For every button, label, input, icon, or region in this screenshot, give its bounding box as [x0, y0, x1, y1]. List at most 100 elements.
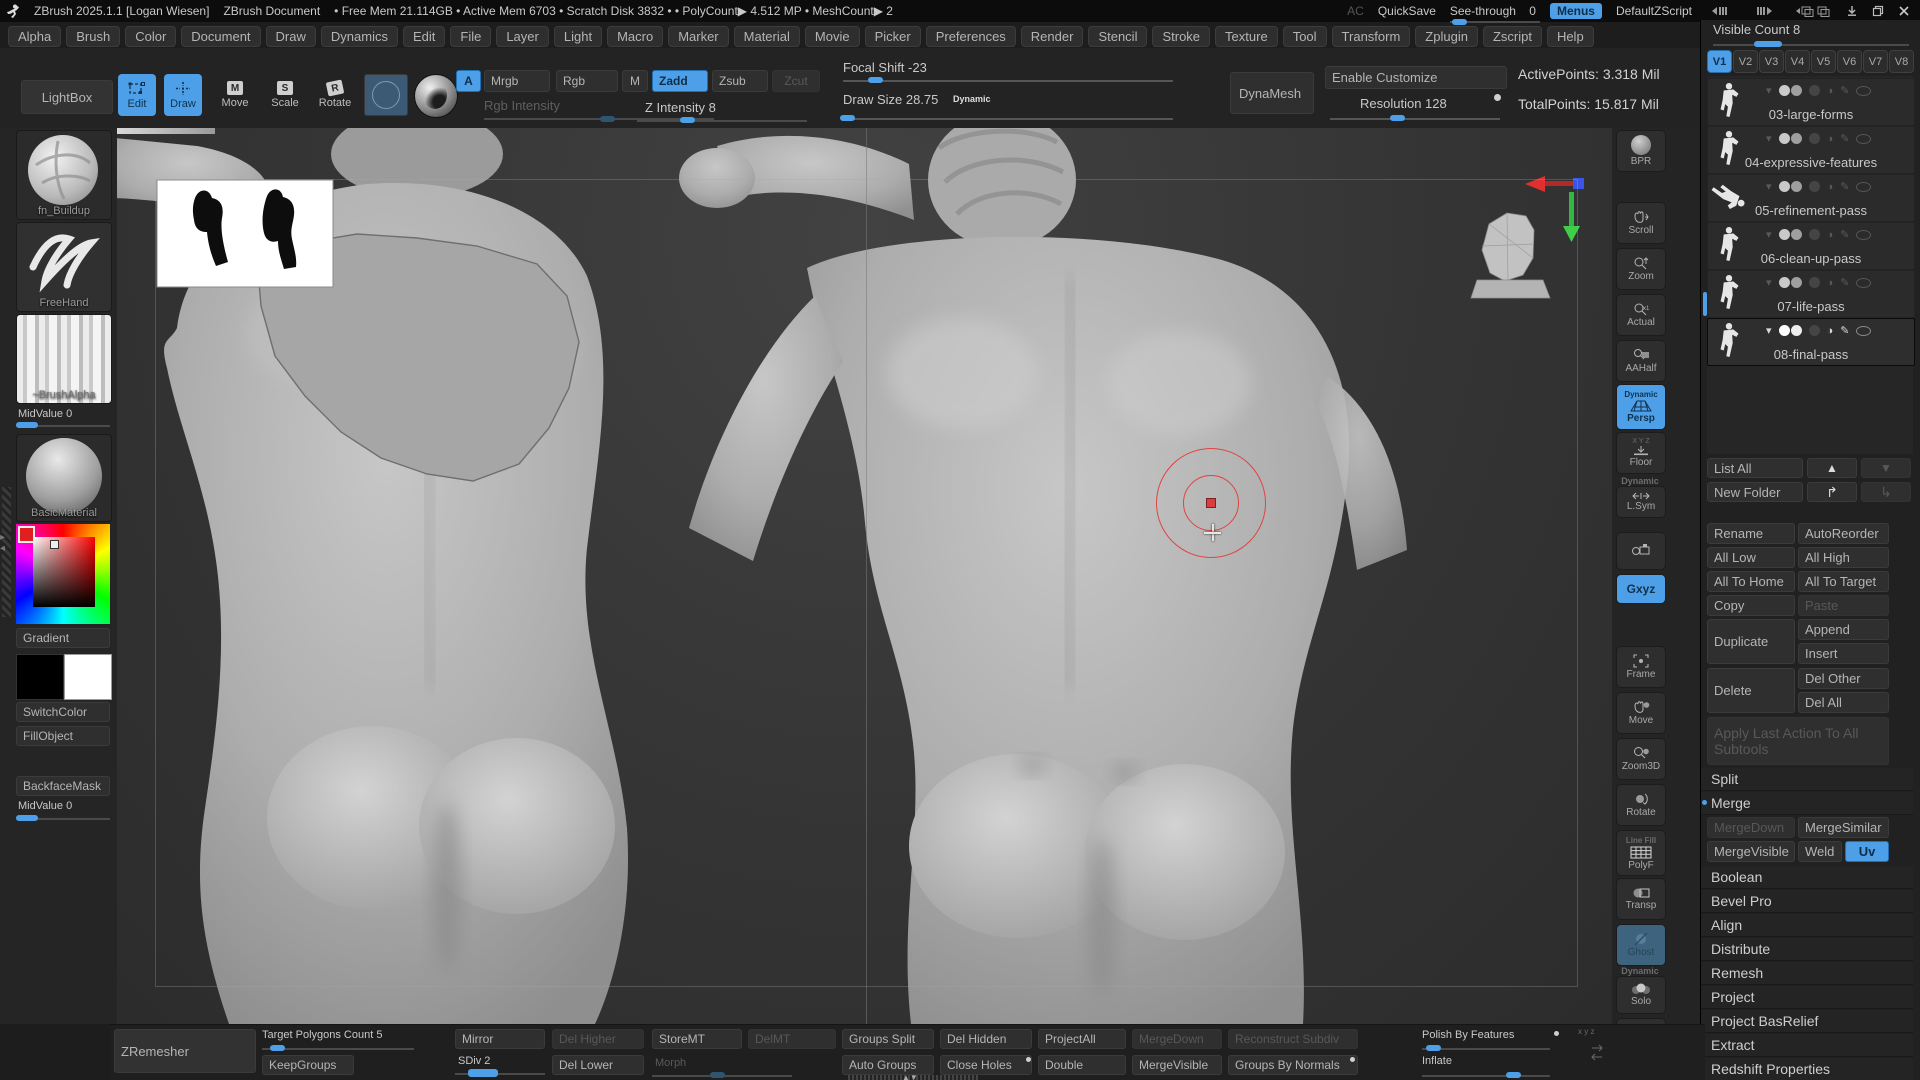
del-higher-button[interactable]: Del Higher — [552, 1029, 644, 1049]
expand-caret-icon[interactable]: ▾ — [1766, 84, 1772, 97]
rgb-button[interactable]: Rgb — [556, 70, 618, 92]
rotate-button[interactable]: R Rotate — [316, 74, 354, 116]
list-all-button[interactable]: List All — [1707, 458, 1803, 478]
del-other-button[interactable]: Del Other — [1798, 668, 1889, 689]
zsub-button[interactable]: Zsub — [712, 70, 768, 92]
groups-split-button[interactable]: Groups Split — [842, 1029, 934, 1049]
menu-zscript[interactable]: Zscript — [1482, 25, 1542, 47]
move-into-folder-button[interactable]: ↳ — [1861, 482, 1911, 502]
apply-last-action-button[interactable]: Apply Last Action To All Subtools — [1707, 717, 1889, 765]
section-remesh[interactable]: Remesh — [1701, 962, 1913, 985]
current-brush-tile[interactable]: fn_Buildup — [16, 130, 112, 220]
uv-button[interactable]: Uv — [1845, 841, 1889, 862]
move-button[interactable]: M Move — [216, 74, 254, 116]
frame-button[interactable]: Frame — [1616, 646, 1666, 688]
m-button[interactable]: M — [622, 70, 648, 92]
zoom3d-button[interactable]: Zoom3D — [1616, 738, 1666, 780]
zremesher-button[interactable]: ZRemesher — [114, 1029, 256, 1073]
store-mt-button[interactable]: StoreMT — [652, 1029, 742, 1049]
mirror-button[interactable]: Mirror — [455, 1029, 545, 1049]
dynamesh-button[interactable]: DynaMesh — [1230, 72, 1314, 114]
secondary-color-swatch[interactable] — [64, 654, 112, 700]
edit-button[interactable]: Edit — [118, 74, 156, 116]
polish-track[interactable] — [1422, 1048, 1550, 1050]
menu-alpha[interactable]: Alpha — [8, 25, 62, 47]
ghost-button[interactable]: Ghost — [1616, 924, 1666, 966]
groups-by-normals-dot[interactable] — [1350, 1057, 1355, 1062]
lightbox-button[interactable]: LightBox — [21, 80, 113, 114]
fill-object-button[interactable]: FillObject — [16, 726, 110, 746]
menu-file[interactable]: File — [450, 25, 492, 47]
close-holes-dot[interactable] — [1026, 1057, 1031, 1062]
backface-mask-button[interactable]: BackfaceMask — [16, 776, 110, 796]
resolution-handle[interactable] — [1390, 115, 1405, 121]
polypaint-brush-icon[interactable]: ✎ — [1840, 84, 1849, 97]
switch-color-button[interactable]: SwitchColor — [16, 702, 110, 722]
visible-count-handle[interactable] — [1754, 41, 1782, 47]
menu-tool[interactable]: Tool — [1282, 25, 1327, 47]
midvalue-bottom-handle[interactable] — [16, 815, 38, 821]
move-out-folder-button[interactable]: ↱ — [1807, 482, 1857, 502]
copy-button[interactable]: Copy — [1707, 595, 1795, 616]
close-icon[interactable] — [1898, 5, 1910, 17]
all-high-button[interactable]: All High — [1798, 547, 1889, 568]
zoom-button[interactable]: Zoom — [1616, 248, 1666, 290]
append-button[interactable]: Append — [1798, 619, 1889, 640]
contrast-icon[interactable]: ◑ — [1827, 85, 1834, 97]
eye-icon[interactable] — [1856, 229, 1872, 240]
rename-button[interactable]: Rename — [1707, 523, 1795, 544]
mrgb-button[interactable]: Mrgb — [484, 70, 550, 92]
main-color-swatch[interactable] — [16, 654, 64, 700]
see-through-slider[interactable]: See-through 0 — [1449, 4, 1540, 25]
solo-button[interactable]: Solo — [1616, 976, 1666, 1014]
stroke-type-button[interactable] — [414, 74, 458, 118]
layout-panes-icon[interactable] — [1792, 5, 1832, 18]
draw-size-dynamic-label[interactable]: Dynamic — [953, 94, 991, 104]
draw-size-handle[interactable] — [840, 115, 855, 121]
scroll-button[interactable]: Scroll — [1616, 202, 1666, 244]
del-mt-button[interactable]: DelMT — [748, 1029, 836, 1049]
merge-down-button[interactable]: MergeDown — [1707, 817, 1795, 838]
section-extract[interactable]: Extract — [1701, 1034, 1913, 1057]
visibility-icon[interactable] — [1778, 85, 1790, 96]
project-all-button[interactable]: ProjectAll — [1038, 1029, 1126, 1049]
menu-color[interactable]: Color — [125, 25, 177, 47]
gxyz-button[interactable]: Gxyz — [1616, 574, 1666, 604]
menu-transform[interactable]: Transform — [1331, 25, 1411, 47]
subtool-row-selected[interactable]: ▾ ◑ ✎ 08-final-pass — [1707, 318, 1915, 366]
vtab-v6[interactable]: V6 — [1837, 50, 1862, 73]
section-split[interactable]: Split — [1701, 768, 1913, 791]
all-to-home-button[interactable]: All To Home — [1707, 571, 1795, 592]
floor-button[interactable]: X Y Z Floor — [1616, 432, 1666, 474]
zadd-button[interactable]: Zadd — [652, 70, 708, 92]
reconstruct-subdiv-button[interactable]: Reconstruct Subdiv — [1228, 1029, 1358, 1049]
target-polygons-handle[interactable] — [270, 1045, 285, 1051]
gradient-button[interactable]: Gradient — [16, 628, 110, 648]
menu-preferences[interactable]: Preferences — [925, 25, 1016, 47]
minimize-icon[interactable] — [1846, 5, 1858, 17]
menu-macro[interactable]: Macro — [607, 25, 664, 47]
groups-by-normals-button[interactable]: Groups By Normals — [1228, 1055, 1358, 1075]
menu-stroke[interactable]: Stroke — [1152, 25, 1211, 47]
tray-collapse-arrows[interactable]: ▸ ◂ — [0, 532, 5, 554]
section-merge[interactable]: Merge — [1701, 792, 1913, 815]
del-lower-button[interactable]: Del Lower — [552, 1055, 644, 1075]
menu-material[interactable]: Material — [733, 25, 800, 47]
polyframe-button[interactable]: Line Fill PolyF — [1616, 830, 1666, 876]
bpr-button[interactable]: BPR — [1616, 130, 1666, 172]
actual-button[interactable]: x1 Actual — [1616, 294, 1666, 336]
alpha-tile[interactable]: ~BrushAlpha — [16, 314, 112, 404]
sv-square[interactable] — [33, 537, 95, 607]
transp-button[interactable]: Transp — [1616, 878, 1666, 920]
corner-nav-icons[interactable] — [1590, 1043, 1604, 1067]
z-intensity-handle[interactable] — [680, 117, 695, 123]
hscroll-arrows[interactable]: ▲▼ — [902, 1073, 918, 1080]
section-project-basrelief[interactable]: Project BasRelief — [1701, 1010, 1913, 1033]
enable-customize-button[interactable]: Enable Customize — [1325, 66, 1507, 89]
material-tile[interactable]: BasicMaterial — [16, 434, 112, 522]
rgb-intensity-handle[interactable] — [600, 116, 615, 122]
section-project[interactable]: Project — [1701, 986, 1913, 1009]
zscript-button[interactable]: DefaultZScript — [1616, 4, 1692, 18]
quicksave-button[interactable]: QuickSave — [1378, 4, 1436, 18]
sdiv-handle[interactable] — [468, 1069, 498, 1077]
